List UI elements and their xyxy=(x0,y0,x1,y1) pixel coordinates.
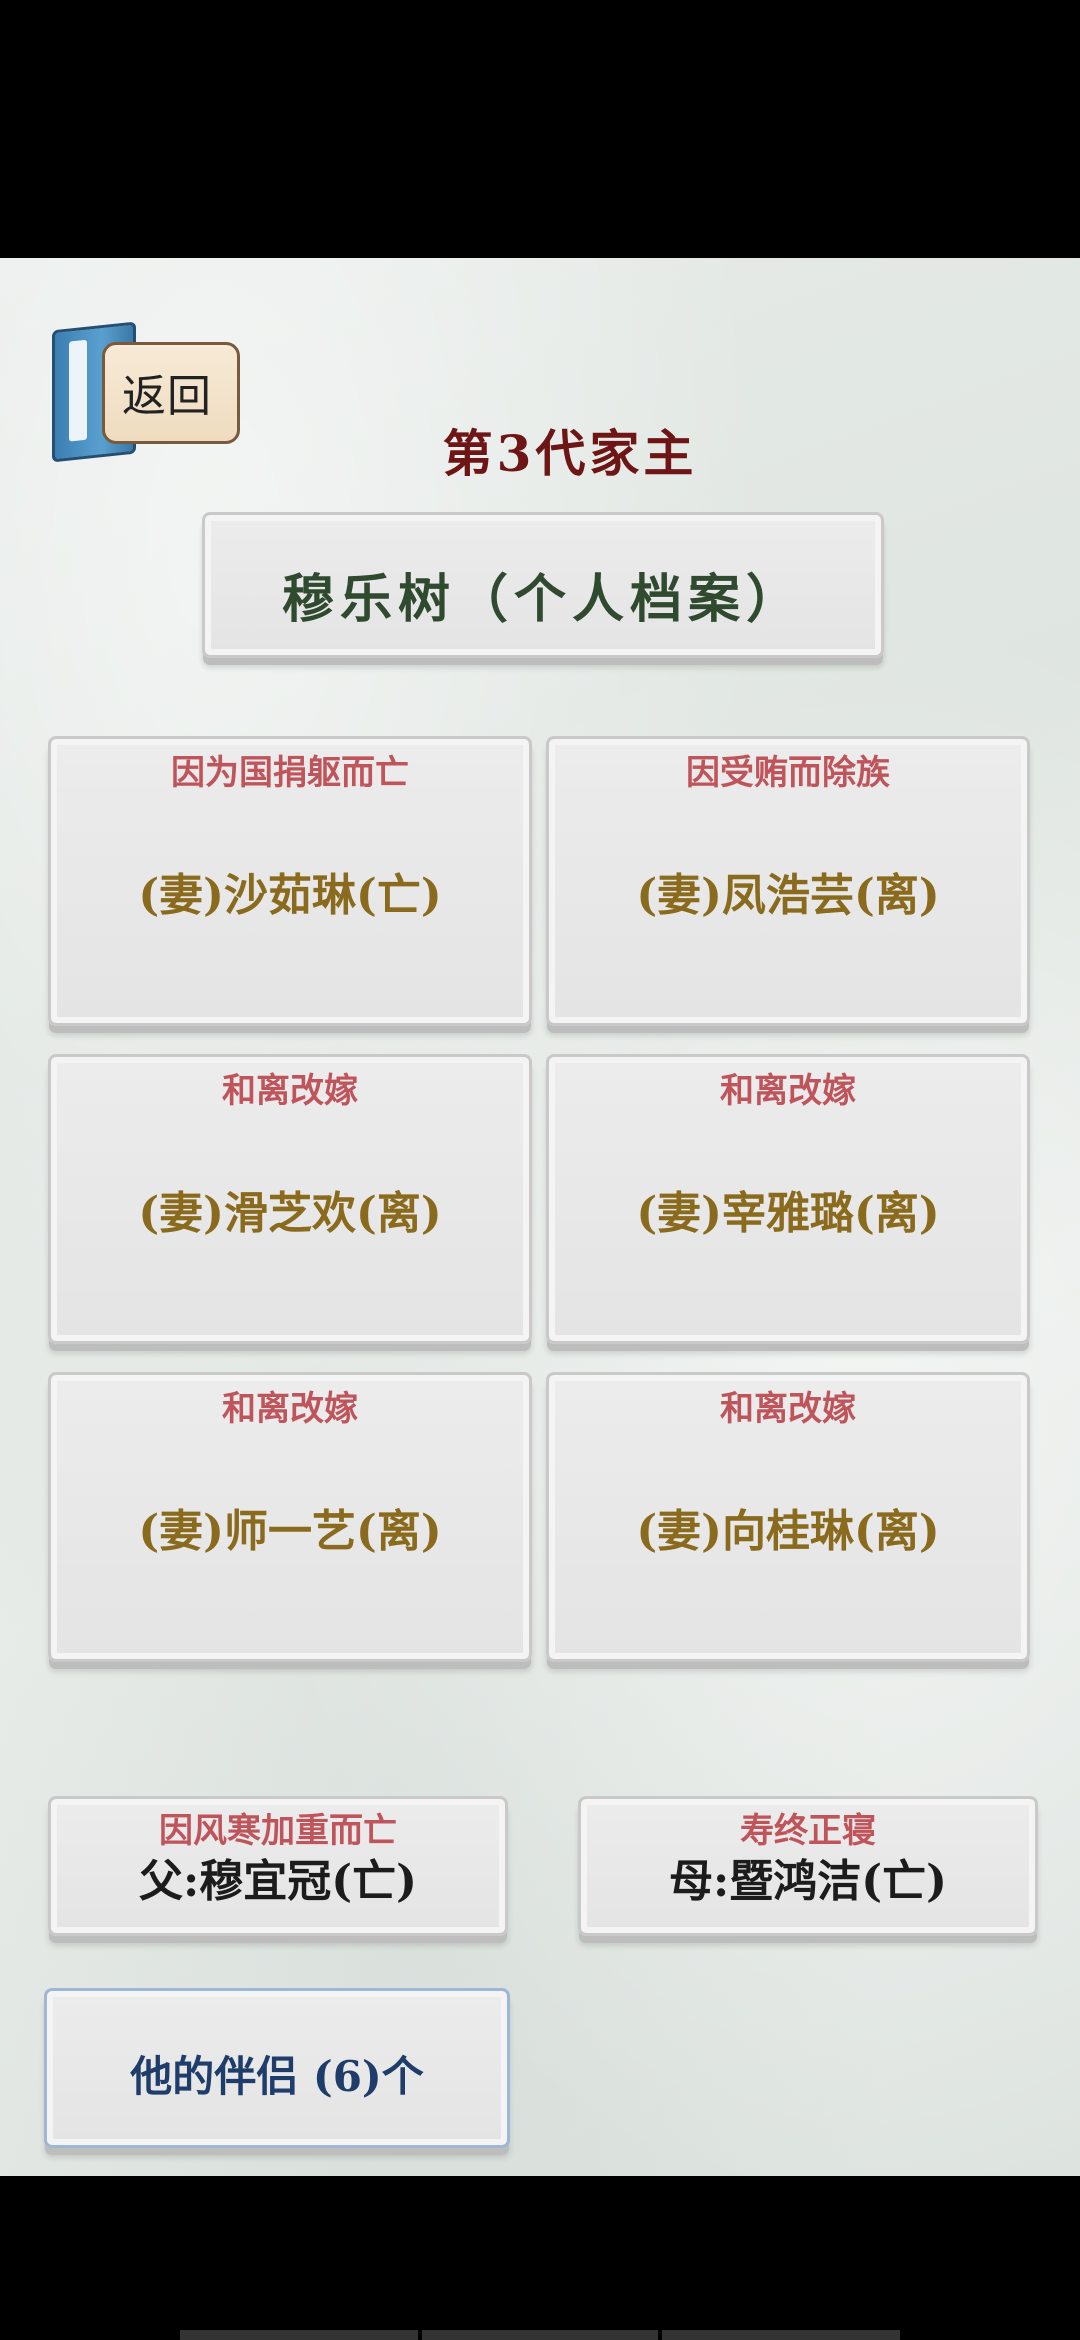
spouse-card[interactable]: 和离改嫁 (妻)师一艺(离) xyxy=(48,1372,532,1662)
spouse-reason: 因受贿而除族 xyxy=(686,753,890,793)
profile-name: 穆乐树（个人档案） xyxy=(281,569,804,630)
spouse-name: (妻)凤浩芸(离) xyxy=(636,870,940,921)
spouse-card[interactable]: 因受贿而除族 (妻)凤浩芸(离) xyxy=(546,736,1030,1026)
spouse-reason: 因为国捐躯而亡 xyxy=(171,753,409,793)
partners-label: 他的伴侣 (6)个 xyxy=(130,2052,424,2101)
father-name: 父:穆宜冠(亡) xyxy=(139,1856,417,1907)
system-nav-bar xyxy=(0,2176,1080,2340)
nav-handle xyxy=(180,2330,418,2340)
spouse-name: (妻)宰雅璐(离) xyxy=(636,1188,940,1239)
mother-name: 母:暨鸿洁(亡) xyxy=(669,1856,947,1907)
spouse-name: (妻)向桂琳(离) xyxy=(636,1506,940,1557)
mother-card[interactable]: 寿终正寝 母:暨鸿洁(亡) xyxy=(578,1796,1038,1936)
nav-handle xyxy=(662,2330,900,2340)
spouse-card[interactable]: 和离改嫁 (妻)滑芝欢(离) xyxy=(48,1054,532,1344)
generation-title: 第3代家主 xyxy=(442,424,698,483)
spouse-reason: 和离改嫁 xyxy=(720,1389,856,1429)
partners-button[interactable]: 他的伴侣 (6)个 xyxy=(44,1988,510,2148)
spouse-reason: 和离改嫁 xyxy=(222,1389,358,1429)
profile-title-panel: 穆乐树（个人档案） xyxy=(202,512,884,658)
spouse-name: (妻)师一艺(离) xyxy=(138,1506,442,1557)
father-card[interactable]: 因风寒加重而亡 父:穆宜冠(亡) xyxy=(48,1796,508,1936)
spouse-reason: 和离改嫁 xyxy=(222,1071,358,1111)
spouse-card[interactable]: 和离改嫁 (妻)宰雅璐(离) xyxy=(546,1054,1030,1344)
nav-handle xyxy=(422,2330,658,2340)
spouse-card[interactable]: 和离改嫁 (妻)向桂琳(离) xyxy=(546,1372,1030,1662)
spouse-reason: 和离改嫁 xyxy=(720,1071,856,1111)
spouse-name: (妻)滑芝欢(离) xyxy=(138,1188,442,1239)
spouse-name: (妻)沙茹琳(亡) xyxy=(138,870,442,921)
spouse-card[interactable]: 因为国捐躯而亡 (妻)沙茹琳(亡) xyxy=(48,736,532,1026)
